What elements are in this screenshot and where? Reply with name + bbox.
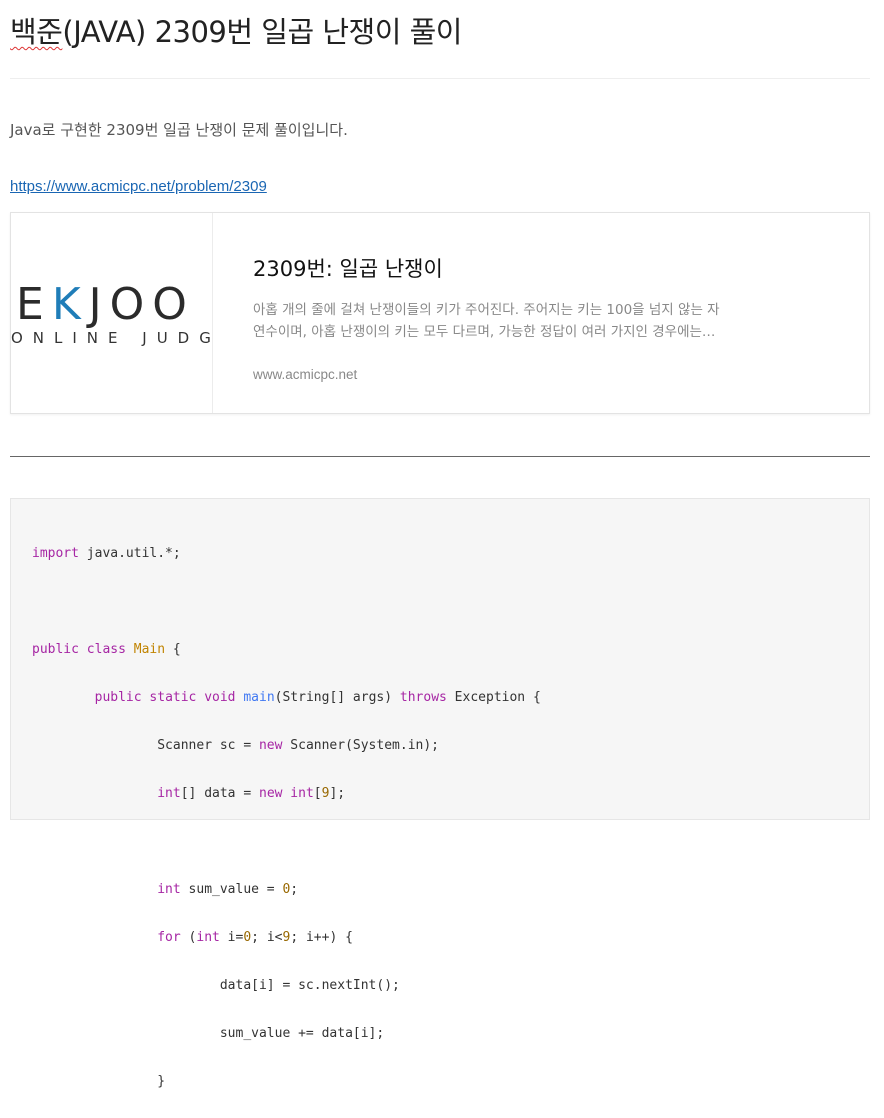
code-line: for (int i=0; i<9; i++) { (157, 930, 353, 945)
code-line: sum_value += data[i]; (219, 1026, 385, 1041)
page-title: 백준(JAVA) 2309번 일곱 난쟁이 풀이 (10, 10, 462, 54)
code-line: } (157, 1074, 166, 1089)
logo-subtitle: ONLINE JUDGE (11, 329, 212, 347)
card-domain: www.acmicpc.net (253, 367, 358, 382)
card-title[interactable]: 2309번: 일곱 난쟁이 (253, 255, 443, 283)
problem-link[interactable]: https://www.acmicpc.net/problem/2309 (10, 177, 267, 197)
title-divider (10, 78, 870, 79)
card-description: 아홉 개의 줄에 걸쳐 난쟁이들의 키가 주어진다. 주어지는 키는 100을 … (253, 302, 720, 340)
code-line: data[i] = sc.nextInt(); (219, 978, 400, 993)
link-preview-card[interactable]: EKJOO ONLINE JUDGE 2309번: 일곱 난쟁이 아홉 개의 줄… (10, 212, 870, 414)
code-block: import java.util.*; public class Main { … (10, 498, 870, 1089)
baekjoon-logo: EKJOO (16, 279, 195, 330)
code-line: import java.util.*; (32, 546, 181, 561)
section-divider (10, 456, 870, 457)
card-thumbnail: EKJOO ONLINE JUDGE (11, 213, 213, 413)
code-line: public class Main { (32, 642, 181, 657)
code-line: int[] data = new int[9]; (157, 786, 346, 801)
code-line: Scanner sc = new Scanner(System.in); (157, 738, 440, 753)
code-line: int sum_value = 0; (157, 882, 299, 897)
title-text: (JAVA) 2309번 일곱 난쟁이 풀이 (62, 15, 462, 49)
code-line: public static void main(String[] args) t… (94, 690, 541, 705)
title-spellcheck-word: 백준 (10, 15, 63, 49)
intro-text: Java로 구현한 2309번 일곱 난쟁이 문제 풀이입니다. (10, 121, 348, 139)
code-content: import java.util.*; public class Main { … (32, 518, 541, 1118)
